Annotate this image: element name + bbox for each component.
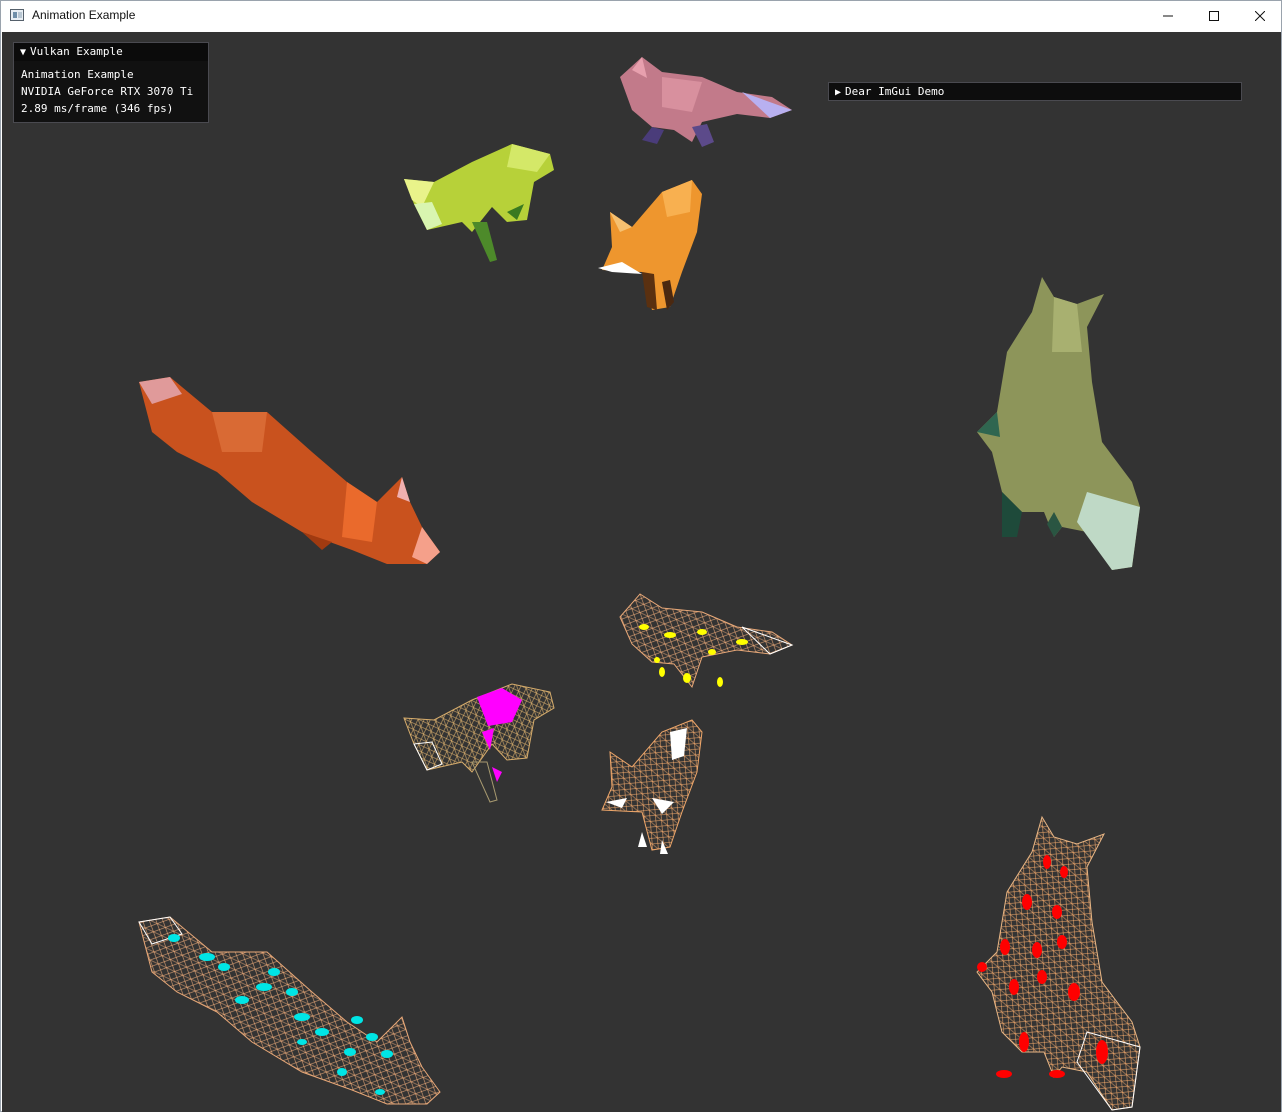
fox-wireframe-upright [976, 815, 1141, 1111]
scene-canvas [138, 57, 1141, 1111]
fox-model-orange [598, 180, 702, 310]
close-icon [1255, 11, 1265, 21]
window-title: Animation Example [32, 8, 136, 22]
fox-wireframe-standing [403, 683, 555, 803]
fox-model-pink [620, 57, 792, 147]
fox-wireframe-lying [138, 916, 441, 1105]
collapse-arrow-down-icon[interactable]: ▼ [20, 47, 26, 58]
maximize-button[interactable] [1191, 1, 1237, 31]
fox-wireframe-sitting [601, 719, 703, 854]
expand-arrow-right-icon[interactable]: ▶ [835, 87, 841, 98]
maximize-icon [1209, 11, 1219, 21]
fox-model-olive [977, 277, 1140, 570]
gpu-name-text: NVIDIA GeForce RTX 3070 Ti [21, 85, 194, 98]
imgui-vulkan-panel[interactable]: ▼ Vulkan Example Animation Example NVIDIA… [13, 42, 209, 123]
minimize-button[interactable] [1145, 1, 1191, 31]
fox-model-lime [404, 144, 554, 262]
fox-wireframe-walking [619, 593, 794, 689]
close-button[interactable] [1237, 1, 1282, 31]
title-bar[interactable]: Animation Example [1, 1, 1281, 31]
imgui-demo-window[interactable]: ▶ Dear ImGui Demo [828, 82, 1242, 101]
panel-header[interactable]: ▼ Vulkan Example [14, 43, 208, 61]
render-viewport[interactable]: ▼ Vulkan Example Animation Example NVIDIA… [2, 32, 1281, 1112]
minimize-icon [1163, 15, 1173, 17]
app-name-text: Animation Example [21, 68, 134, 81]
demo-window-title: Dear ImGui Demo [845, 85, 945, 98]
app-window: Animation Example ▼ Vulkan Example Anima… [0, 0, 1282, 1112]
fox-model-red [139, 377, 440, 564]
app-window-icon [10, 9, 24, 21]
panel-body: Animation Example NVIDIA GeForce RTX 307… [14, 61, 208, 117]
panel-title: Vulkan Example [30, 45, 123, 58]
frame-time-text: 2.89 ms/frame (346 fps) [21, 102, 174, 115]
